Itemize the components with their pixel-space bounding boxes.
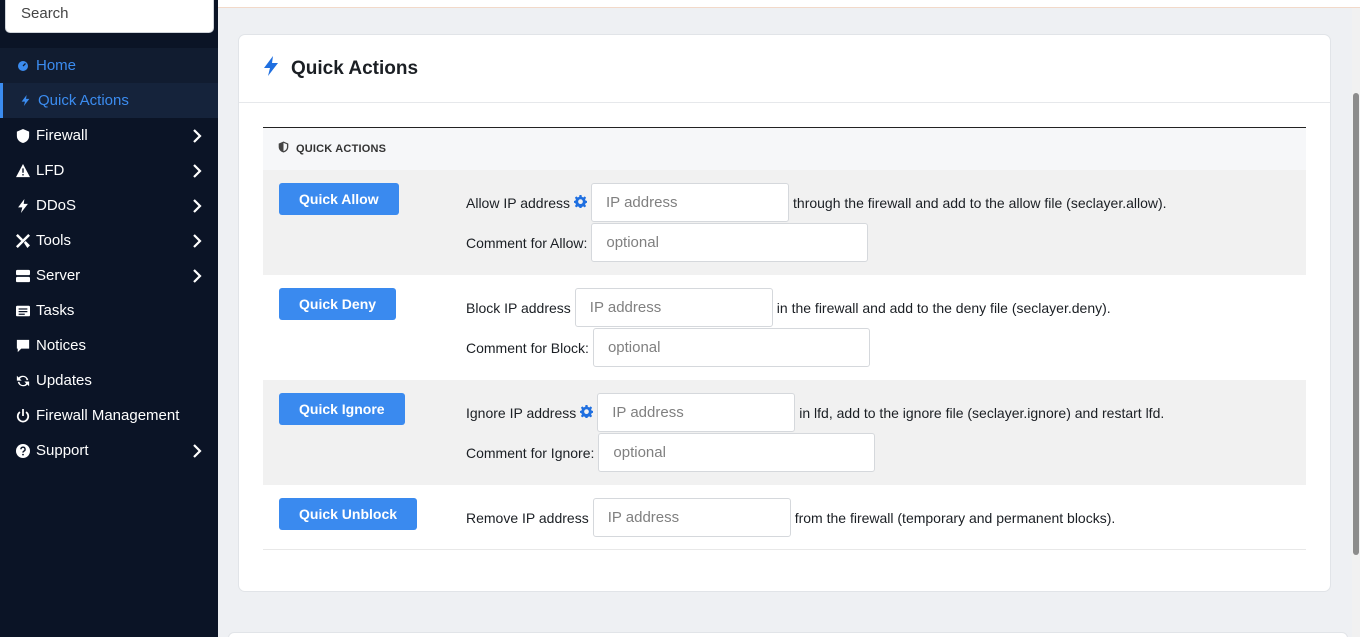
sidebar-item-label: Notices xyxy=(36,337,87,354)
quick-deny-row: Quick Deny Block IP address in the firew… xyxy=(263,275,1306,380)
ignore-ip-line: Ignore IP address in lfd, add to the ign… xyxy=(466,393,1164,432)
chevron-right-icon xyxy=(192,198,204,213)
scrollbar-thumb[interactable] xyxy=(1353,93,1359,555)
search-box xyxy=(5,0,214,33)
sidebar-item-notices[interactable]: Notices xyxy=(0,328,218,363)
chevron-right-icon xyxy=(192,443,204,458)
shield-icon xyxy=(16,128,30,143)
question-icon xyxy=(16,443,30,458)
sidebar-item-home[interactable]: Home xyxy=(0,48,218,83)
deny-comment-label: Comment for Block: xyxy=(466,339,589,356)
unblock-ip-description: from the firewall (temporary and permane… xyxy=(794,509,1116,526)
gear-icon[interactable] xyxy=(570,194,588,211)
sidebar-item-label: Firewall xyxy=(36,127,88,144)
gear-icon[interactable] xyxy=(576,404,594,421)
quick-deny-button[interactable]: Quick Deny xyxy=(279,288,397,320)
ignore-comment-input[interactable] xyxy=(598,433,876,472)
deny-ip-label: Block IP address xyxy=(466,299,571,316)
section-header: QUICK ACTIONS xyxy=(263,127,1306,170)
quick-allow-button[interactable]: Quick Allow xyxy=(279,183,399,215)
unblock-ip-input[interactable] xyxy=(592,498,791,537)
allow-comment-label: Comment for Allow: xyxy=(466,234,588,251)
next-card-edge xyxy=(228,632,1348,637)
sidebar-item-label: Quick Actions xyxy=(38,92,129,109)
ignore-ip-input[interactable] xyxy=(597,393,796,432)
sidebar: Home Quick Actions Firewall LFD xyxy=(0,0,218,637)
sidebar-item-firewall-management[interactable]: Firewall Management xyxy=(0,398,218,433)
allow-ip-description: through the firewall and add to the allo… xyxy=(793,194,1167,211)
sidebar-item-label: Updates xyxy=(36,372,92,389)
chevron-right-icon xyxy=(192,163,204,178)
top-bar xyxy=(218,0,1360,8)
list-icon xyxy=(16,304,30,318)
quick-ignore-row: Quick Ignore Ignore IP address in lfd, a… xyxy=(263,380,1306,485)
shield-icon xyxy=(278,140,289,158)
message-icon xyxy=(16,339,30,353)
unblock-ip-label: Remove IP address xyxy=(466,509,589,526)
tools-icon xyxy=(16,233,30,248)
deny-ip-input[interactable] xyxy=(574,288,773,327)
ignore-ip-label: Ignore IP address xyxy=(466,404,577,421)
ignore-ip-description: in lfd, add to the ignore file (seclayer… xyxy=(799,404,1165,421)
sidebar-item-updates[interactable]: Updates xyxy=(0,363,218,398)
deny-ip-description: in the firewall and add to the deny file… xyxy=(776,299,1111,316)
ignore-comment-label: Comment for Ignore: xyxy=(466,444,595,461)
sidebar-item-label: Tasks xyxy=(36,302,75,319)
sidebar-nav: Home Quick Actions Firewall LFD DDoS Too… xyxy=(0,48,218,468)
card-header: Quick Actions xyxy=(239,35,1330,103)
quick-actions-card: Quick Actions QUICK ACTIONS Quick Allow … xyxy=(238,34,1331,592)
unblock-ip-line: Remove IP address from the firewall (tem… xyxy=(466,498,1115,537)
chevron-right-icon xyxy=(192,233,204,248)
quick-unblock-row: Quick Unblock Remove IP address from the… xyxy=(263,485,1306,550)
allow-comment-line: Comment for Allow: xyxy=(466,223,872,262)
sidebar-item-server[interactable]: Server xyxy=(0,258,218,293)
sidebar-item-firewall[interactable]: Firewall xyxy=(0,118,218,153)
deny-comment-input[interactable] xyxy=(592,328,870,367)
page-scrollbar[interactable] xyxy=(1352,8,1360,637)
bolt-icon xyxy=(18,94,32,108)
sidebar-item-label: Firewall Management xyxy=(36,407,180,424)
refresh-icon xyxy=(16,374,30,388)
sidebar-item-support[interactable]: Support xyxy=(0,433,218,468)
quick-ignore-button[interactable]: Quick Ignore xyxy=(279,393,405,425)
sidebar-item-lfd[interactable]: LFD xyxy=(0,153,218,188)
sidebar-item-tasks[interactable]: Tasks xyxy=(0,293,218,328)
dashboard-icon xyxy=(16,59,30,73)
deny-comment-line: Comment for Block: xyxy=(466,328,874,367)
sidebar-item-label: Server xyxy=(36,267,81,284)
sidebar-item-tools[interactable]: Tools xyxy=(0,223,218,258)
sidebar-item-label: LFD xyxy=(36,162,65,179)
section-title: QUICK ACTIONS xyxy=(296,143,387,155)
sidebar-item-label: Tools xyxy=(36,232,72,249)
sidebar-item-label: Home xyxy=(36,57,77,74)
allow-ip-line: Allow IP address through the firewall an… xyxy=(466,183,1167,222)
search-input[interactable] xyxy=(6,0,213,32)
quick-allow-row: Quick Allow Allow IP address through the… xyxy=(263,170,1306,275)
bolt-icon xyxy=(263,56,279,81)
quick-unblock-button[interactable]: Quick Unblock xyxy=(279,498,418,530)
page-title: Quick Actions xyxy=(291,57,419,79)
chevron-right-icon xyxy=(192,268,204,283)
sidebar-item-quick-actions[interactable]: Quick Actions xyxy=(0,83,218,118)
deny-ip-line: Block IP address in the firewall and add… xyxy=(466,288,1111,327)
server-icon xyxy=(16,269,30,283)
power-icon xyxy=(16,408,30,423)
warning-icon xyxy=(16,163,30,178)
ignore-comment-line: Comment for Ignore: xyxy=(466,433,879,472)
bolt-icon xyxy=(16,198,30,213)
sidebar-item-ddos[interactable]: DDoS xyxy=(0,188,218,223)
allow-ip-input[interactable] xyxy=(591,183,790,222)
allow-comment-input[interactable] xyxy=(591,223,869,262)
allow-ip-label: Allow IP address xyxy=(466,194,571,211)
sidebar-item-label: DDoS xyxy=(36,197,77,214)
chevron-right-icon xyxy=(192,128,204,143)
sidebar-item-label: Support xyxy=(36,442,89,459)
quick-actions-section: QUICK ACTIONS Quick Allow Allow IP addre… xyxy=(263,127,1306,550)
